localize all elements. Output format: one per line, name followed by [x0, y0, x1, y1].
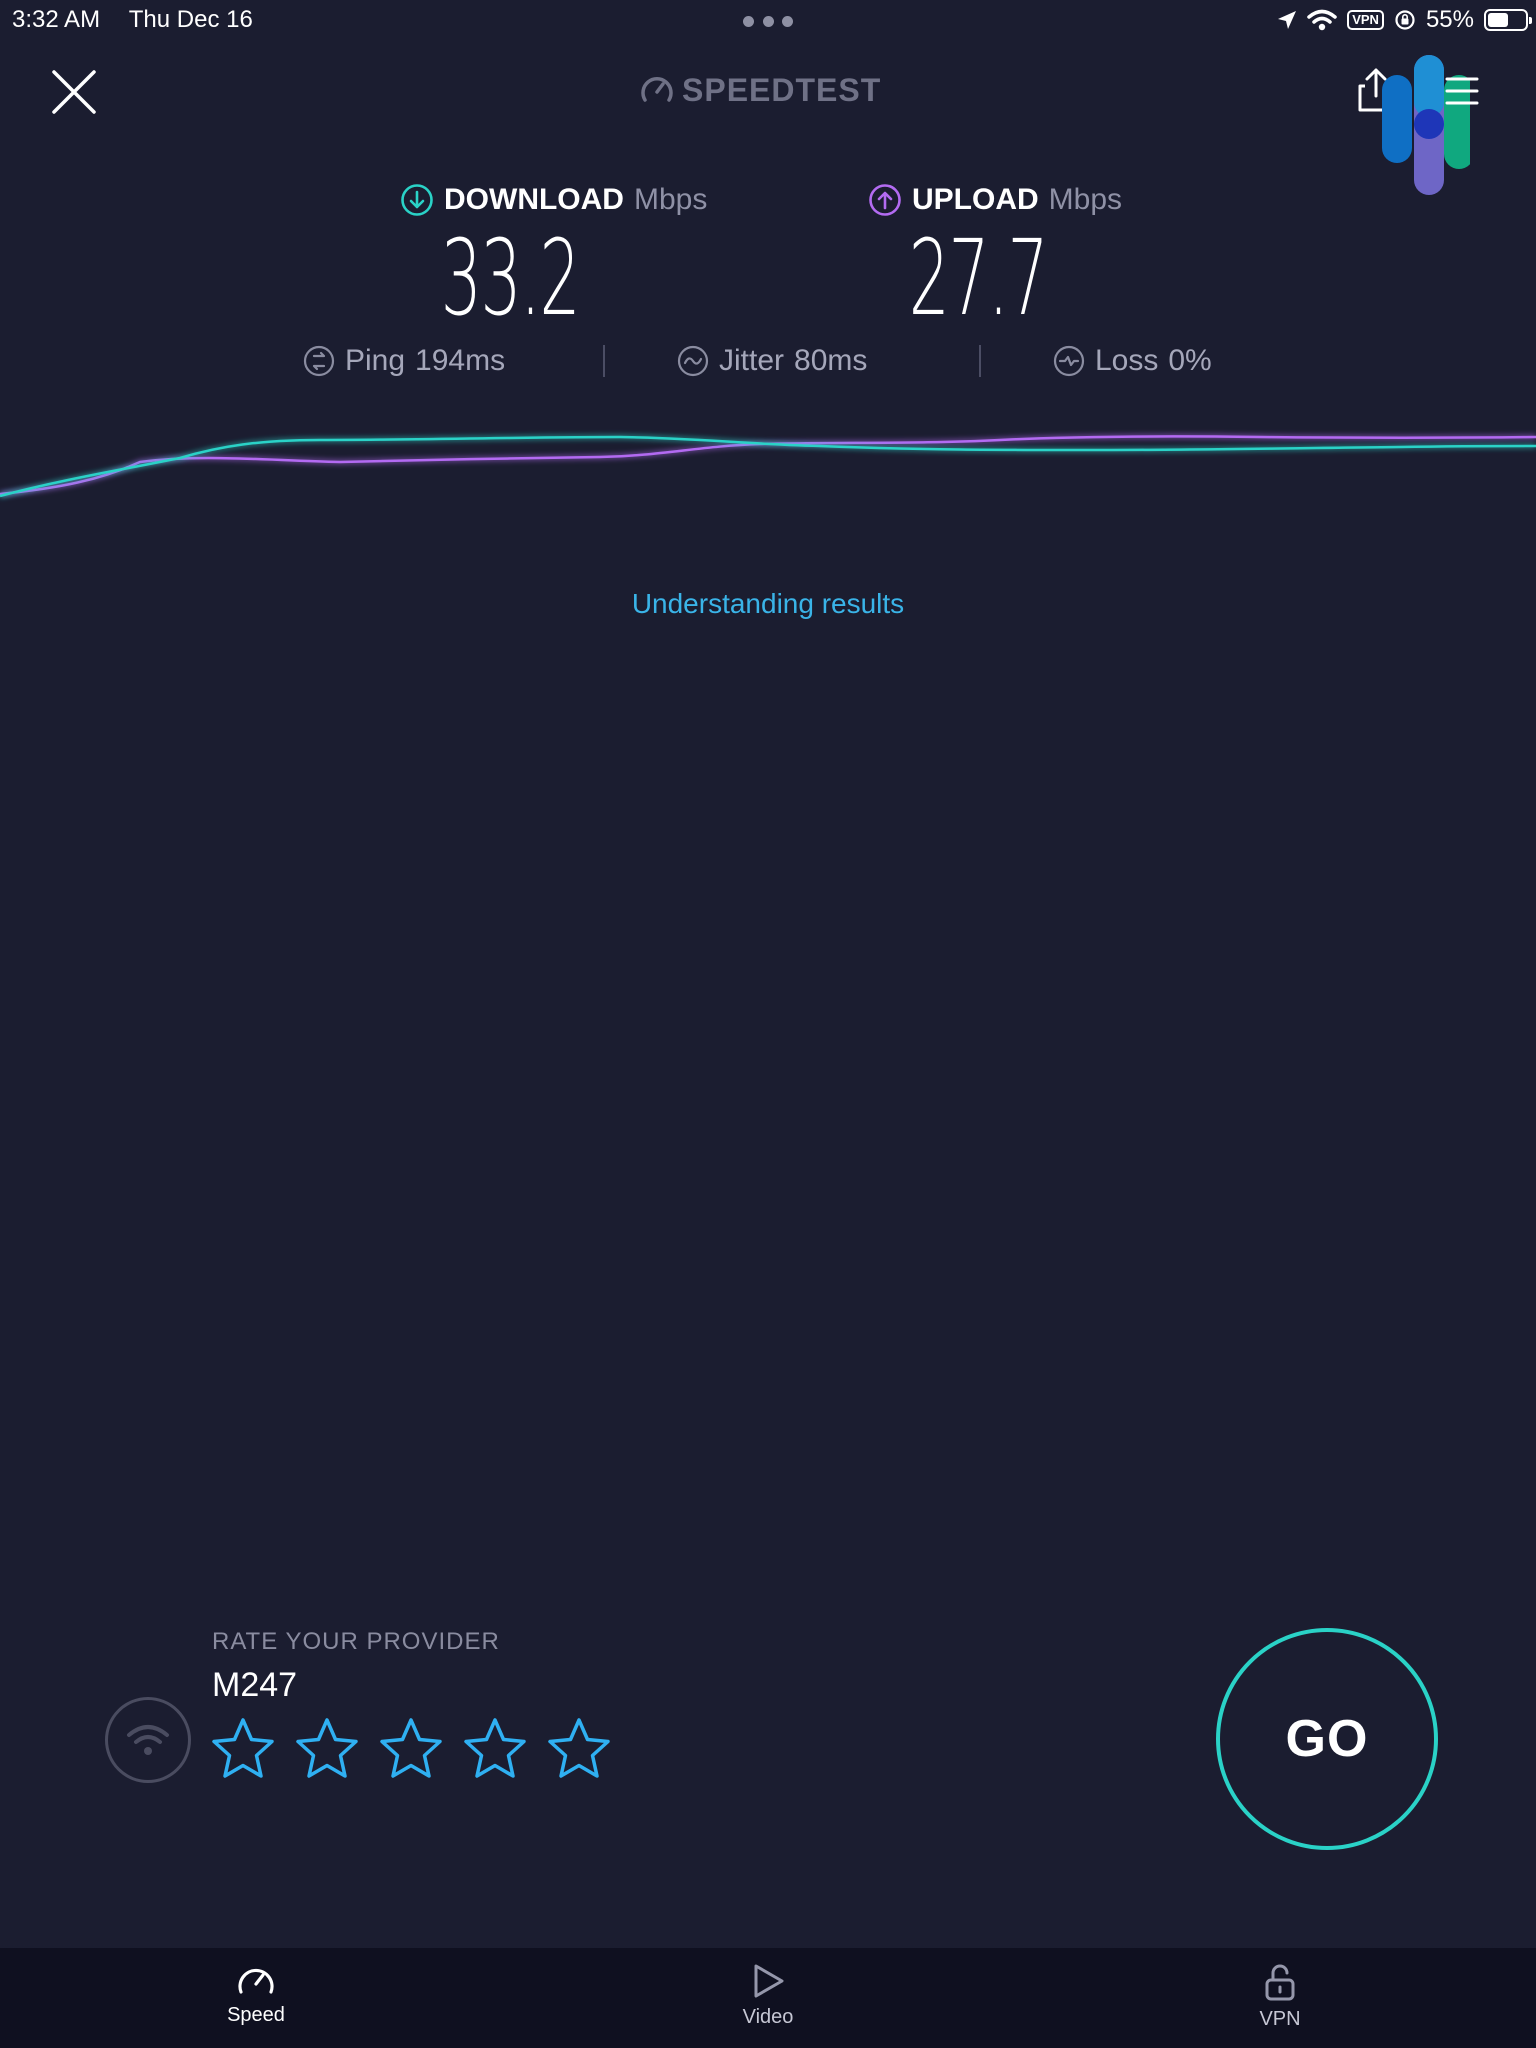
battery-percent: 55% [1425, 6, 1474, 33]
loss-stat: Loss 0% [1053, 340, 1212, 382]
upload-header: UPLOAD Mbps [868, 180, 1122, 220]
vpn-badge: VPN [1347, 10, 1384, 30]
download-graph-line [0, 435, 1536, 498]
loss-value: 0% [1168, 344, 1212, 377]
star-icon[interactable] [462, 1716, 528, 1782]
status-time-date: 3:32 AM Thu Dec 16 [12, 6, 253, 34]
star-icon[interactable] [546, 1716, 612, 1782]
tab-vpn[interactable]: VPN [1200, 1962, 1360, 2042]
speedometer-icon [238, 1968, 274, 1994]
provider-wifi-button[interactable] [105, 1697, 191, 1783]
upload-value: 27.7 [908, 217, 1049, 339]
status-time: 3:32 AM [12, 6, 101, 33]
rate-provider-label: RATE YOUR PROVIDER [212, 1628, 500, 1655]
go-button[interactable]: GO [1216, 1628, 1438, 1850]
gauge-icon [641, 77, 673, 102]
download-arrow-icon [401, 184, 433, 216]
location-arrow-icon [1278, 11, 1297, 29]
ping-unit: ms [465, 344, 506, 377]
wifi-icon [1307, 9, 1337, 31]
tab-vpn-label: VPN [1259, 2008, 1301, 2030]
tab-video[interactable]: Video [688, 1962, 848, 2042]
jitter-unit: ms [827, 344, 868, 377]
star-icon[interactable] [378, 1716, 444, 1782]
loss-label: Loss [1095, 344, 1159, 377]
jitter-icon [677, 345, 709, 377]
provider-name: M247 [212, 1666, 298, 1704]
ping-stat: Ping 194ms [303, 340, 505, 382]
download-unit: Mbps [633, 183, 708, 216]
tab-video-label: Video [742, 2006, 794, 2028]
tab-speed-label: Speed [227, 2004, 285, 2026]
jitter-label: Jitter [719, 344, 785, 377]
status-indicators: VPN 55% [1277, 4, 1532, 36]
tab-speed[interactable]: Speed [176, 1962, 336, 2042]
stats-divider [603, 345, 605, 377]
download-label: DOWNLOAD [444, 183, 624, 216]
battery-icon [1484, 9, 1532, 31]
download-value: 33.2 [440, 217, 581, 339]
speedtest-brand: SPEEDTEST [640, 70, 881, 110]
menu-icon[interactable] [1444, 76, 1480, 106]
download-header: DOWNLOAD Mbps [400, 180, 707, 220]
star-icon[interactable] [210, 1716, 276, 1782]
ping-label: Ping [345, 344, 406, 377]
ping-value: 194 [415, 344, 466, 377]
speed-graph [0, 435, 1536, 498]
orientation-lock-icon [1395, 10, 1415, 30]
loss-icon [1053, 345, 1085, 377]
close-icon[interactable] [48, 66, 100, 118]
star-icon[interactable] [294, 1716, 360, 1782]
multitasking-dots-icon[interactable] [743, 16, 793, 28]
status-date: Thu Dec 16 [128, 6, 253, 33]
understanding-results-link[interactable]: Understanding results [0, 588, 1536, 620]
upload-unit: Mbps [1048, 183, 1123, 216]
jitter-value: 80 [794, 344, 828, 377]
rating-stars [210, 1716, 612, 1786]
upload-label: UPLOAD [912, 183, 1039, 216]
ping-icon [303, 345, 335, 377]
stats-divider [979, 345, 981, 377]
wifi-icon [127, 1725, 169, 1755]
jitter-stat: Jitter 80ms [677, 340, 867, 382]
play-icon [754, 1964, 784, 1998]
upload-arrow-icon [869, 184, 901, 216]
unlock-icon [1265, 1964, 1295, 2001]
brand-title: SPEEDTEST [682, 71, 882, 108]
